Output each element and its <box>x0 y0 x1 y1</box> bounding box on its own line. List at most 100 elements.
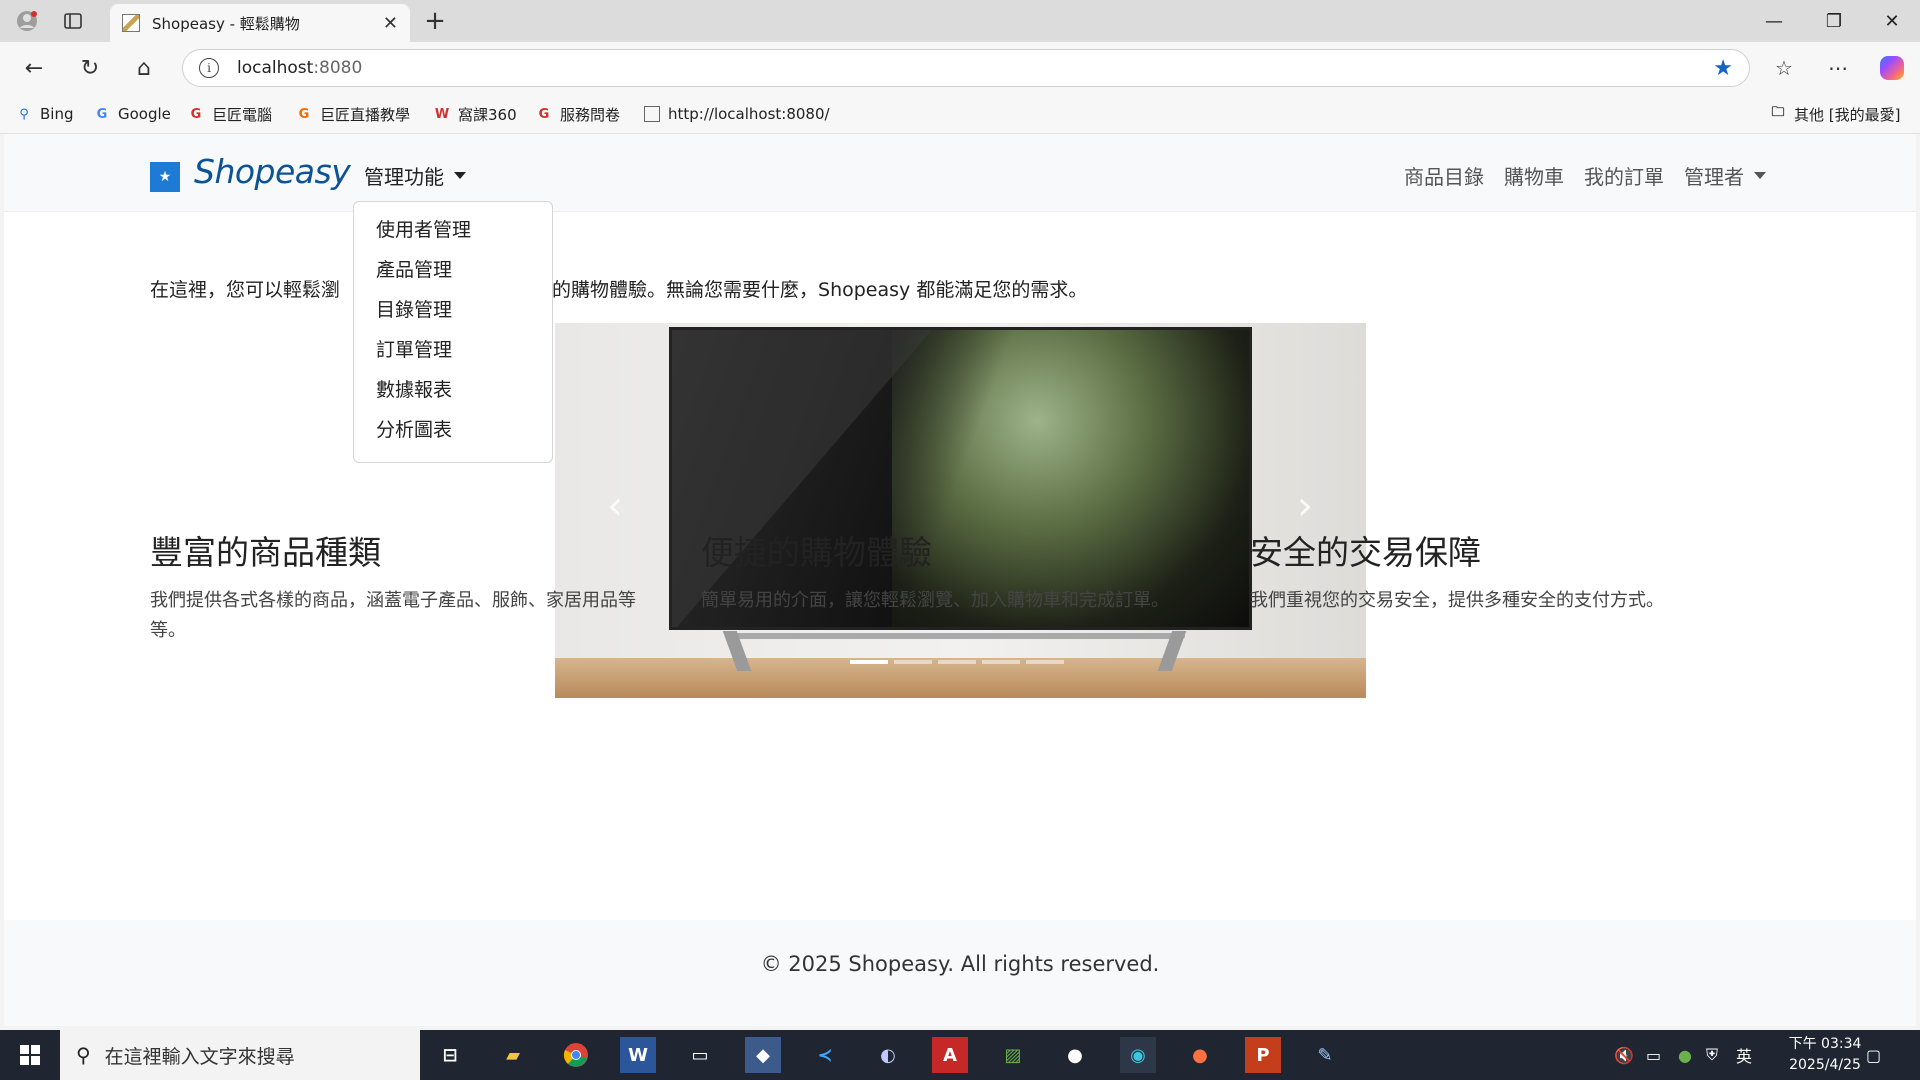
eclipse-icon[interactable]: ◐ <box>870 1037 906 1073</box>
carousel-indicators <box>850 660 1064 664</box>
github-icon[interactable]: ● <box>1057 1037 1093 1073</box>
bookmarks-bar: ⚲ Bing G Google G 巨匠電腦 G 巨匠直播教學 W 窩課360 G 服務問卷… <box>0 94 1920 134</box>
vscode-icon[interactable]: ≺ <box>807 1037 843 1073</box>
carousel-indicator[interactable] <box>938 660 976 664</box>
favorite-star-icon[interactable]: ★ <box>1713 56 1733 81</box>
page-viewport: ★ Shopeasy 管理功能 商品目錄 購物車 我的訂單 管理者 使用者管理 … <box>4 134 1916 1026</box>
menu-item-data-reports[interactable]: 數據報表 <box>354 370 552 410</box>
powerpoint-icon[interactable]: P <box>1245 1037 1281 1073</box>
new-tab-button[interactable]: + <box>420 6 450 36</box>
feature-description: 簡單易用的介面，讓您輕鬆瀏覽、加入購物車和完成訂單。 <box>701 590 1169 611</box>
carousel-floor <box>555 658 1366 698</box>
menu-item-user-management[interactable]: 使用者管理 <box>354 210 552 250</box>
ime-indicator[interactable]: 英 <box>1736 1030 1752 1080</box>
image-viewer-icon[interactable]: ▨ <box>995 1037 1031 1073</box>
notifications-icon[interactable]: ▢ <box>1866 1030 1881 1080</box>
bookmark-gjun-live[interactable]: G 巨匠直播教學 <box>296 102 410 126</box>
bookmark-label: 巨匠電腦 <box>212 105 273 124</box>
site-info-icon[interactable]: i <box>199 58 219 78</box>
address-bar[interactable]: i localhost:8080 ★ <box>182 49 1750 87</box>
google-icon: G <box>96 106 108 122</box>
carousel-indicator[interactable] <box>1026 660 1064 664</box>
copilot-icon[interactable] <box>1874 50 1910 86</box>
nav-link-catalog[interactable]: 商品目錄 <box>1404 161 1484 190</box>
gjun-icon: G <box>190 106 202 122</box>
nav-link-cart[interactable]: 購物車 <box>1504 161 1564 190</box>
wocourse-icon: W <box>434 106 450 122</box>
product-carousel: ‹ › <box>555 323 1366 698</box>
menu-item-analysis-charts[interactable]: 分析圖表 <box>354 410 552 450</box>
paint-icon[interactable]: ✎ <box>1307 1037 1343 1073</box>
feature-title: 便捷的購物體驗 <box>701 533 932 572</box>
bookmark-localhost[interactable]: http://localhost:8080/ <box>644 102 830 126</box>
close-window-button[interactable]: ✕ <box>1864 0 1920 42</box>
tab-title: Shopeasy - 輕鬆購物 <box>152 14 300 33</box>
feature-title: 安全的交易保障 <box>1250 533 1481 572</box>
chrome-icon[interactable] <box>558 1037 594 1073</box>
back-button[interactable]: ← <box>16 50 52 86</box>
brand-name[interactable]: Shopeasy <box>194 152 351 191</box>
feature-title: 豐富的商品種類 <box>150 533 381 572</box>
user-menu-label: 管理者 <box>1684 165 1744 189</box>
bookmark-label: 巨匠直播教學 <box>320 105 411 124</box>
dev-tool-icon[interactable]: ◆ <box>745 1037 781 1073</box>
page-icon <box>644 106 660 122</box>
bookmark-gjun[interactable]: G 巨匠電腦 <box>188 102 272 126</box>
restore-button[interactable]: ❐ <box>1806 0 1862 42</box>
active-tab[interactable]: Shopeasy - 輕鬆購物 ✕ <box>110 4 410 42</box>
start-button[interactable] <box>0 1030 60 1080</box>
menu-item-product-management[interactable]: 產品管理 <box>354 250 552 290</box>
nav-link-orders[interactable]: 我的訂單 <box>1584 161 1664 190</box>
taskbar-search[interactable]: ⚲ 在這裡輸入文字來搜尋 <box>60 1030 420 1080</box>
bing-icon: ⚲ <box>19 106 29 122</box>
bookmark-label: http://localhost:8080/ <box>668 105 830 123</box>
menu-item-catalog-management[interactable]: 目錄管理 <box>354 290 552 330</box>
carousel-indicator[interactable] <box>850 660 888 664</box>
caret-down-icon <box>454 172 466 179</box>
user-menu-toggle[interactable]: 管理者 <box>1684 161 1766 190</box>
minimize-button[interactable]: — <box>1746 0 1802 42</box>
favorites-icon[interactable]: ☆ <box>1766 50 1802 86</box>
gjun-live-icon: G <box>298 106 310 122</box>
site-footer: © 2025 Shopeasy. All rights reserved. <box>4 920 1916 1026</box>
tab-actions-icon[interactable] <box>58 6 88 36</box>
bookmark-survey[interactable]: G 服務問卷 <box>536 102 620 126</box>
app-tray-icon[interactable]: ● <box>1678 1030 1692 1080</box>
carousel-indicator[interactable] <box>982 660 1020 664</box>
site-navbar: ★ Shopeasy 管理功能 商品目錄 購物車 我的訂單 管理者 <box>4 134 1916 212</box>
carousel-indicator[interactable] <box>894 660 932 664</box>
other-favorites[interactable]: 🗀 其他 [我的最愛] <box>1770 102 1900 126</box>
bookmark-wocourse[interactable]: W 窩課360 <box>434 102 517 126</box>
url-host: localhost <box>237 58 314 78</box>
admin-menu-toggle[interactable]: 管理功能 <box>364 161 466 190</box>
carousel-prev-icon[interactable]: ‹ <box>600 483 630 529</box>
menu-item-order-management[interactable]: 訂單管理 <box>354 330 552 370</box>
windows-taskbar: ⚲ 在這裡輸入文字來搜尋 ⊟ ▰ W ▭ ◆ ≺ ◐ A ▨ ● ◉ ● P ✎… <box>0 1030 1920 1080</box>
postman-icon[interactable]: ● <box>1182 1037 1218 1073</box>
brand-logo-icon[interactable]: ★ <box>150 162 180 192</box>
terminal-icon[interactable]: ▭ <box>682 1037 718 1073</box>
copyright-text: © 2025 Shopeasy. All rights reserved. <box>760 952 1160 976</box>
carousel-next-icon[interactable]: › <box>1290 483 1320 529</box>
profile-icon[interactable] <box>12 6 42 36</box>
admin-menu-label: 管理功能 <box>364 165 444 189</box>
reload-button[interactable]: ↻ <box>72 50 108 86</box>
volume-muted-icon[interactable]: 🔇 <box>1614 1030 1634 1080</box>
close-tab-icon[interactable]: ✕ <box>383 13 398 34</box>
bookmark-bing[interactable]: ⚲ Bing <box>16 102 74 126</box>
bookmark-google[interactable]: G Google <box>94 102 171 126</box>
acrobat-icon[interactable]: A <box>932 1037 968 1073</box>
word-icon[interactable]: W <box>620 1037 656 1073</box>
edge-icon[interactable]: ◉ <box>1120 1037 1156 1073</box>
file-explorer-icon[interactable]: ▰ <box>495 1037 531 1073</box>
feature-security: 安全的交易保障 我們重視您的交易安全，提供多種安全的支付方式。 <box>1250 526 1770 616</box>
bookmark-label: Google <box>118 105 171 123</box>
bookmark-label: Bing <box>40 105 74 123</box>
home-button[interactable]: ⌂ <box>126 50 162 86</box>
page-favicon-icon <box>122 14 140 32</box>
task-view-icon[interactable]: ⊟ <box>432 1037 468 1073</box>
network-icon[interactable]: ▭ <box>1646 1030 1661 1080</box>
more-options-icon[interactable]: ⋯ <box>1820 50 1856 86</box>
folder-icon: 🗀 <box>1771 105 1785 120</box>
security-tray-icon[interactable]: ⛨ <box>1706 1030 1718 1080</box>
